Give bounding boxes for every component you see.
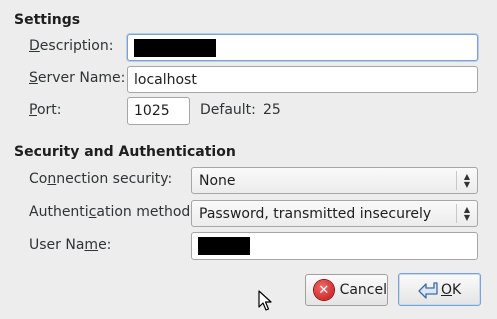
server-name-label: Server Name: xyxy=(29,70,126,86)
redacted-text xyxy=(134,38,216,57)
redacted-text xyxy=(198,237,250,255)
ok-button[interactable]: OK xyxy=(398,273,481,306)
authentication-method-select[interactable]: Password, transmitted insecurely ▲ ▼ xyxy=(191,200,478,227)
description-field[interactable] xyxy=(127,34,478,61)
default-port-value: 25 xyxy=(263,102,281,118)
ok-arrow-icon xyxy=(417,281,439,299)
server-name-field[interactable]: localhost xyxy=(127,66,478,93)
cancel-button[interactable]: ✕ Cancel xyxy=(305,274,388,306)
authentication-method-label: Authentication method: xyxy=(29,204,196,220)
ok-button-label: OK xyxy=(441,281,462,298)
smtp-server-dialog: Settings Description: Server Name: local… xyxy=(0,0,497,319)
cancel-button-label: Cancel xyxy=(339,282,387,298)
mouse-pointer-icon xyxy=(258,290,272,316)
port-value: 1025 xyxy=(134,103,170,119)
up-down-arrows-icon: ▲ ▼ xyxy=(456,171,477,190)
username-field[interactable] xyxy=(191,232,478,260)
username-label: User Name: xyxy=(29,237,112,253)
security-heading: Security and Authentication xyxy=(14,144,236,160)
settings-heading: Settings xyxy=(14,12,81,28)
port-label: Port: xyxy=(29,102,62,118)
connection-security-label: Connection security: xyxy=(29,171,173,187)
description-label: Description: xyxy=(29,38,114,54)
connection-security-value: None xyxy=(199,172,236,189)
server-name-value: localhost xyxy=(134,71,197,88)
port-field[interactable]: 1025 xyxy=(127,97,190,125)
authentication-method-value: Password, transmitted insecurely xyxy=(199,205,432,222)
up-down-arrows-icon: ▲ ▼ xyxy=(456,204,477,223)
default-port-label: Default: xyxy=(200,102,256,118)
connection-security-select[interactable]: None ▲ ▼ xyxy=(191,167,478,194)
cancel-icon: ✕ xyxy=(314,280,334,300)
